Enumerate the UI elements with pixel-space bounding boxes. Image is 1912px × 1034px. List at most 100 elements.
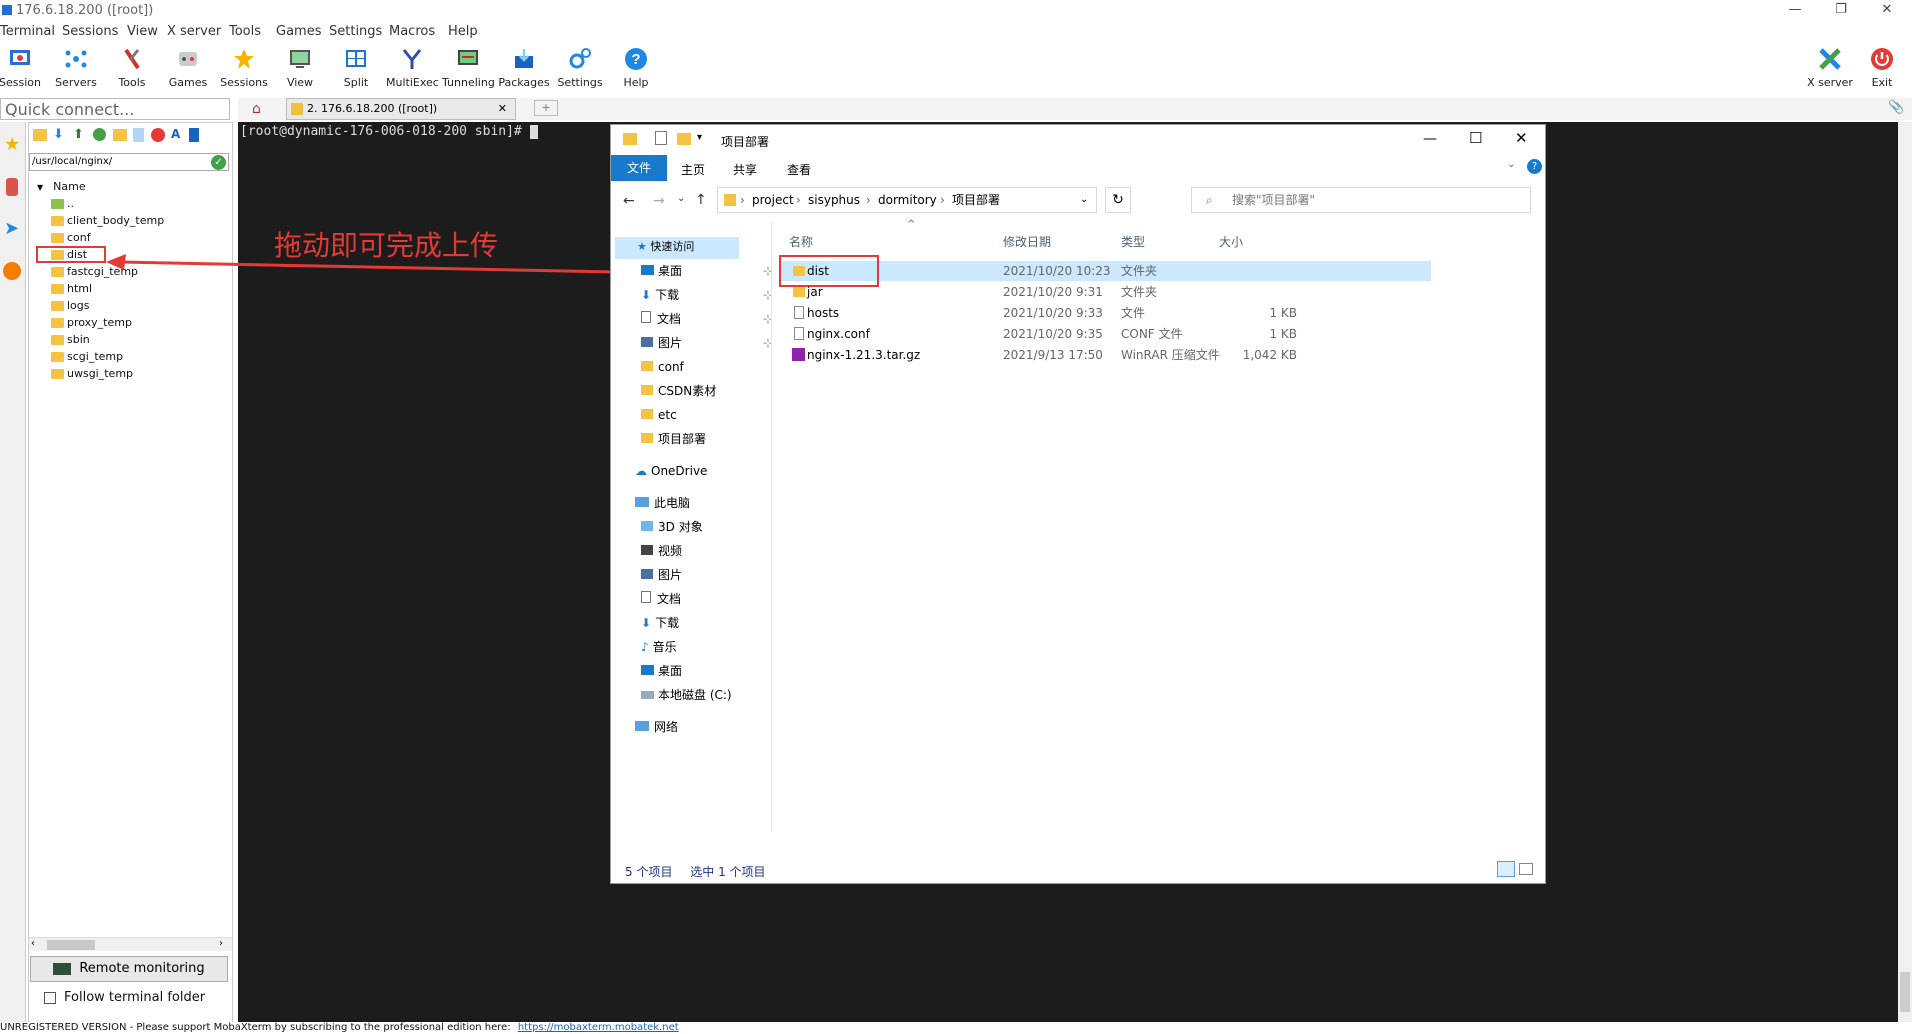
column-header-name[interactable]: ▼ Name xyxy=(29,178,229,195)
nav-onedrive[interactable]: ☁ OneDrive xyxy=(635,461,707,481)
file-row[interactable]: nginx-1.21.3.tar.gz 2021/9/13 17:50 WinR… xyxy=(781,345,1431,365)
support-link[interactable]: https://mobaxterm.mobatek.net xyxy=(518,1022,679,1033)
help-button[interactable]: ? Help xyxy=(610,46,662,89)
search-input[interactable]: ⌕ 搜索"项目部署" xyxy=(1191,187,1531,213)
servers-button[interactable]: Servers xyxy=(50,46,102,89)
folder-up-icon[interactable] xyxy=(33,129,47,141)
nav-item[interactable]: 桌面 ⊹ xyxy=(641,261,773,281)
ribbon-tab-view[interactable]: 查看 xyxy=(787,161,811,178)
split-button[interactable]: Split xyxy=(330,46,382,89)
nav-item[interactable]: 图片 xyxy=(641,565,682,585)
delete-icon[interactable] xyxy=(151,128,165,142)
terminal-scroll-thumb[interactable] xyxy=(1900,972,1910,1012)
nav-item[interactable]: 本地磁盘 (C:) xyxy=(641,685,732,705)
multiexec-button[interactable]: MultiExec xyxy=(386,46,439,89)
list-item[interactable]: proxy_temp xyxy=(29,314,229,331)
nav-this-pc[interactable]: 此电脑 xyxy=(635,493,690,513)
session-tab[interactable]: 2. 176.6.18.200 ([root]) ✕ xyxy=(286,98,516,120)
nav-item[interactable]: 文档 xyxy=(641,589,681,609)
ribbon-expand-icon[interactable]: ⌄ xyxy=(1507,159,1515,170)
home-tab-icon[interactable]: ⌂ xyxy=(252,101,261,117)
help-icon[interactable]: ? xyxy=(1527,159,1542,174)
menu-tools[interactable]: Tools xyxy=(229,24,261,39)
scroll-left-icon[interactable]: ‹ xyxy=(31,938,35,949)
packages-button[interactable]: Packages xyxy=(498,46,550,89)
menu-games[interactable]: Games xyxy=(276,24,321,39)
tools-button[interactable]: Tools xyxy=(106,46,158,89)
nav-item[interactable]: etc xyxy=(641,405,677,425)
column-header-name[interactable]: 名称 xyxy=(789,233,813,250)
scroll-right-icon[interactable]: › xyxy=(219,938,223,949)
list-item[interactable]: sbin xyxy=(29,331,229,348)
nav-item[interactable]: 视频 xyxy=(641,541,682,561)
back-icon[interactable]: ← xyxy=(623,193,635,209)
sessions-button[interactable]: Sessions xyxy=(218,46,270,89)
tools-icon[interactable] xyxy=(6,178,18,196)
follow-checkbox[interactable] xyxy=(44,991,56,1004)
explorer-minimize-button[interactable]: — xyxy=(1423,131,1437,147)
menu-sessions[interactable]: Sessions xyxy=(62,24,118,39)
explorer-close-button[interactable]: ✕ xyxy=(1515,129,1528,147)
remote-monitoring-button[interactable]: Remote monitoring xyxy=(30,956,228,982)
path-ok-icon[interactable]: ✓ xyxy=(211,155,226,170)
horizontal-scrollbar[interactable]: ‹ › xyxy=(29,937,232,951)
breadcrumb[interactable]: › project › sisyphus › dormitory › 项目部署 … xyxy=(717,187,1097,213)
menu-terminal[interactable]: Terminal xyxy=(0,24,55,39)
file-row[interactable]: dist 2021/10/20 10:23 文件夹 xyxy=(779,255,1431,287)
nav-quick-access[interactable]: ★ 快速访问 xyxy=(637,237,694,257)
menu-x-server[interactable]: X server xyxy=(167,24,221,39)
nav-item[interactable]: ⬇ 下载 xyxy=(641,613,679,633)
terminal-scrollbar[interactable] xyxy=(1898,122,1912,1022)
sftp-icon[interactable] xyxy=(3,262,21,280)
sftp-path-input[interactable]: /usr/local/nginx/ xyxy=(29,153,229,171)
nav-item[interactable]: 图片 ⊹ xyxy=(641,333,773,353)
properties-icon[interactable] xyxy=(655,131,667,145)
file-row[interactable]: hosts 2021/10/20 9:33 文件 1 KB xyxy=(781,303,1431,323)
new-tab-button[interactable]: + xyxy=(534,100,558,116)
upload-icon[interactable]: ⬆ xyxy=(73,127,84,142)
refresh-button[interactable]: ↻ xyxy=(1105,187,1131,213)
address-dropdown-icon[interactable]: ⌄ xyxy=(1080,188,1088,212)
tunneling-button[interactable]: Tunneling xyxy=(442,46,495,89)
breadcrumb-current[interactable]: 项目部署 xyxy=(952,188,1000,212)
settings-button[interactable]: Settings xyxy=(554,46,606,89)
refresh-icon[interactable] xyxy=(93,128,106,141)
quick-connect-input[interactable]: Quick connect... xyxy=(0,98,230,120)
close-tab-icon[interactable]: ✕ xyxy=(498,99,507,119)
list-item[interactable]: logs xyxy=(29,297,229,314)
scroll-thumb[interactable] xyxy=(47,940,95,950)
forward-icon[interactable]: → xyxy=(653,193,665,209)
nav-network[interactable]: 网络 xyxy=(635,717,678,737)
games-button[interactable]: Games xyxy=(162,46,214,89)
explorer-maximize-button[interactable]: ☐ xyxy=(1469,129,1482,147)
view-button[interactable]: View xyxy=(274,46,326,89)
new-folder-icon[interactable] xyxy=(113,129,127,141)
new-folder-icon[interactable] xyxy=(677,133,691,145)
list-item[interactable]: scgi_temp xyxy=(29,348,229,365)
rename-icon[interactable]: A xyxy=(171,127,180,141)
menu-view[interactable]: View xyxy=(127,24,158,39)
ribbon-tab-file[interactable]: 文件 xyxy=(611,155,667,181)
nav-item[interactable]: 文档 ⊹ xyxy=(641,309,773,329)
breadcrumb-dormitory[interactable]: dormitory xyxy=(878,188,937,212)
list-item[interactable]: html xyxy=(29,280,229,297)
list-item[interactable]: client_body_temp xyxy=(29,212,229,229)
list-item[interactable]: uwsgi_temp xyxy=(29,365,229,382)
follow-terminal-folder[interactable]: Follow terminal folder xyxy=(44,990,205,1005)
send-icon[interactable]: ➤ xyxy=(4,218,19,239)
menu-macros[interactable]: Macros xyxy=(389,24,435,39)
list-item[interactable]: .. xyxy=(29,195,229,212)
close-button[interactable]: ✕ xyxy=(1864,0,1910,22)
breadcrumb-sisyphus[interactable]: sisyphus xyxy=(808,188,860,212)
large-icons-view-icon[interactable] xyxy=(1519,863,1533,875)
column-header-date[interactable]: 修改日期 xyxy=(1003,233,1051,250)
ribbon-tab-share[interactable]: 共享 xyxy=(733,161,757,178)
column-header-size[interactable]: 大小 xyxy=(1219,233,1243,250)
minimize-button[interactable]: — xyxy=(1772,0,1818,22)
x-server-button[interactable]: X server xyxy=(1800,46,1860,89)
download-icon[interactable]: ⬇ xyxy=(53,127,64,142)
ribbon-tab-home[interactable]: 主页 xyxy=(681,161,705,178)
list-item[interactable]: conf xyxy=(29,229,229,246)
attachment-icon[interactable]: 📎 xyxy=(1888,100,1904,115)
star-icon[interactable]: ★ xyxy=(4,134,20,155)
